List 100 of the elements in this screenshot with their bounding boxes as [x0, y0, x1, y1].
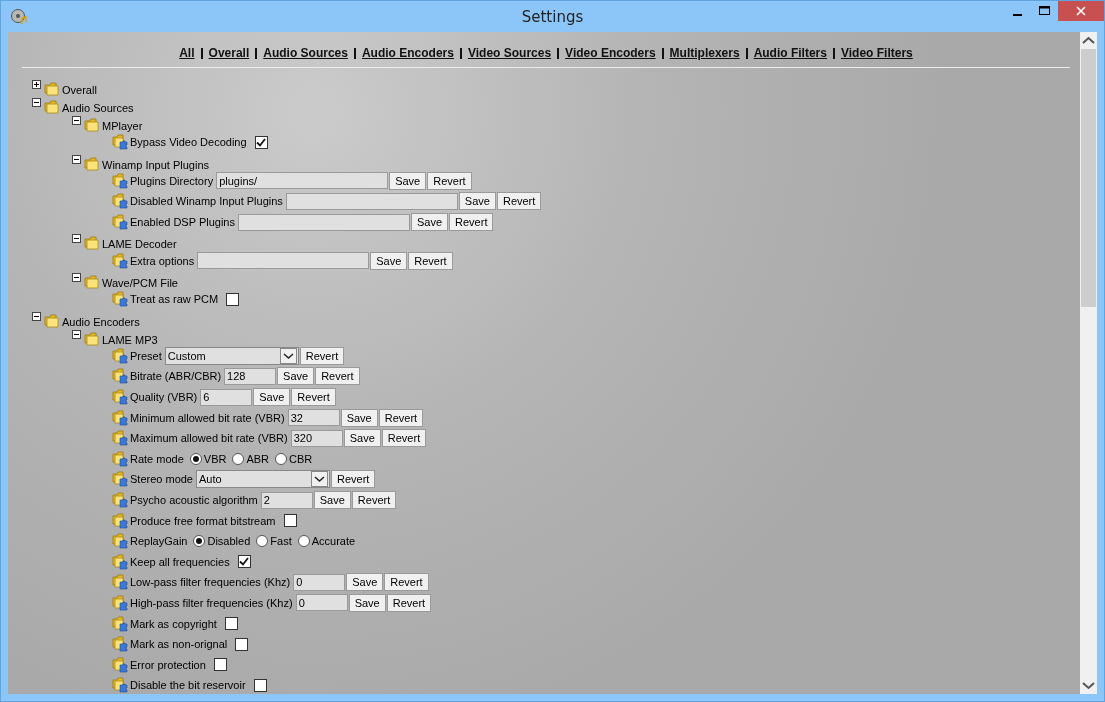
radio-label: Accurate [311, 535, 356, 548]
form-button[interactable]: Save [313, 491, 351, 509]
checkbox[interactable] [226, 292, 240, 306]
window-title: Settings [521, 7, 584, 26]
input-field[interactable]: 32 [287, 409, 340, 427]
input-field[interactable]: plugins/ [216, 172, 389, 190]
category-link[interactable]: All [179, 46, 195, 60]
form-button[interactable]: Revert [331, 470, 376, 489]
input-field[interactable] [197, 252, 370, 270]
folder-puzzle-icon [112, 368, 128, 385]
form-button[interactable]: Revert [378, 408, 424, 427]
form-button[interactable]: Save [340, 408, 378, 427]
form-button[interactable]: Revert [299, 346, 345, 365]
form-button[interactable]: Revert [291, 388, 336, 407]
folder-label[interactable]: Audio Encoders [62, 315, 140, 328]
setting-label: Enabled DSP Plugins [130, 216, 235, 229]
category-link[interactable]: Overall [208, 46, 250, 60]
input-field[interactable]: 6 [200, 388, 253, 406]
folder-puzzle-icon [112, 512, 128, 529]
checkbox[interactable] [237, 555, 251, 569]
collapse-icon[interactable] [72, 272, 81, 282]
category-link[interactable]: Video Filters [840, 46, 913, 60]
collapse-icon[interactable] [72, 116, 81, 125]
form-button[interactable]: Save [370, 251, 408, 270]
checkbox[interactable] [235, 637, 249, 651]
setting-label: Maximum allowed bit rate (VBR) [130, 432, 288, 445]
radio-button[interactable] [189, 452, 202, 465]
scrollbar-thumb[interactable] [1081, 49, 1096, 307]
folder-puzzle-icon [112, 636, 128, 653]
setting-label: ReplayGain [130, 535, 188, 548]
folder-label[interactable]: MPlayer [102, 120, 143, 132]
category-link[interactable]: Multiplexers [669, 46, 740, 60]
form-button[interactable]: Save [389, 171, 427, 190]
collapse-icon[interactable] [72, 154, 81, 164]
folder-puzzle-icon [112, 172, 128, 189]
setting-label: Produce free format bitstream [130, 514, 276, 527]
category-link[interactable]: Audio Filters [753, 46, 827, 60]
input-field[interactable]: 128 [224, 367, 277, 385]
radio-button[interactable] [275, 452, 288, 465]
checkbox[interactable] [254, 135, 268, 149]
form-button[interactable]: Save [411, 213, 449, 232]
input-field[interactable] [238, 213, 410, 231]
form-button[interactable]: Save [343, 429, 381, 448]
form-button[interactable]: Revert [386, 594, 432, 612]
collapse-icon[interactable] [32, 98, 41, 107]
input-field[interactable] [285, 193, 458, 210]
form-button[interactable]: Revert [496, 192, 542, 211]
folder-label[interactable]: Audio Sources [62, 102, 134, 114]
checkbox[interactable] [253, 678, 267, 692]
minimize-icon [1013, 14, 1022, 16]
folder-label[interactable]: Winamp Input Plugins [102, 158, 209, 171]
category-link[interactable]: Audio Sources [263, 46, 348, 60]
form-button[interactable]: Revert [381, 429, 427, 448]
radio-button[interactable] [297, 535, 310, 548]
folder-puzzle-icon [112, 347, 128, 364]
input-field[interactable]: 320 [290, 429, 343, 447]
folder-icon [44, 80, 60, 96]
setting-label: Mark as non-orignal [130, 638, 228, 651]
checkbox[interactable] [283, 514, 297, 528]
radio-button[interactable] [193, 535, 206, 548]
form-button[interactable]: Save [277, 367, 315, 386]
input-field[interactable]: 2 [260, 491, 313, 509]
form-button[interactable]: Save [348, 594, 386, 612]
form-button[interactable]: Save [458, 192, 496, 211]
folder-puzzle-icon [112, 492, 128, 508]
category-link[interactable]: Video Encoders [565, 46, 656, 60]
radio-label: VBR [203, 452, 227, 465]
checkbox[interactable] [213, 658, 227, 672]
collapse-icon[interactable] [72, 234, 81, 244]
form-button[interactable]: Revert [427, 171, 472, 190]
folder-icon [84, 234, 100, 251]
radio-label: Disabled [207, 535, 251, 548]
form-button[interactable]: Revert [315, 367, 360, 386]
input-field[interactable]: 0 [293, 573, 346, 591]
collapse-icon[interactable] [32, 311, 41, 321]
folder-label[interactable]: Overall [62, 84, 97, 96]
folder-puzzle-icon [112, 574, 128, 591]
collapse-icon[interactable] [72, 329, 81, 339]
folder-label[interactable]: Wave/PCM File [102, 276, 178, 289]
setting-label: Error protection [130, 658, 206, 671]
input-field[interactable]: 0 [295, 594, 348, 612]
form-button[interactable]: Revert [351, 491, 397, 509]
form-button[interactable]: Revert [408, 251, 453, 270]
dropdown[interactable]: Auto [196, 470, 330, 489]
checkbox[interactable] [224, 617, 238, 631]
dropdown[interactable]: Custom [164, 346, 299, 365]
folder-label[interactable]: LAME MP3 [102, 333, 158, 346]
radio-button[interactable] [232, 452, 245, 465]
category-link[interactable]: Video Sources [467, 46, 552, 60]
radio-label: CBR [289, 452, 313, 465]
folder-label[interactable]: LAME Decoder [102, 238, 177, 251]
radio-button[interactable] [256, 535, 269, 548]
form-button[interactable]: Revert [449, 213, 494, 232]
form-button[interactable]: Save [346, 573, 384, 592]
form-button[interactable]: Save [253, 388, 291, 407]
scrollbar[interactable] [1080, 32, 1097, 694]
form-button[interactable]: Revert [384, 573, 429, 592]
setting-label: Preset [130, 349, 162, 362]
expand-icon[interactable] [32, 80, 41, 89]
category-link[interactable]: Audio Encoders [361, 46, 454, 60]
